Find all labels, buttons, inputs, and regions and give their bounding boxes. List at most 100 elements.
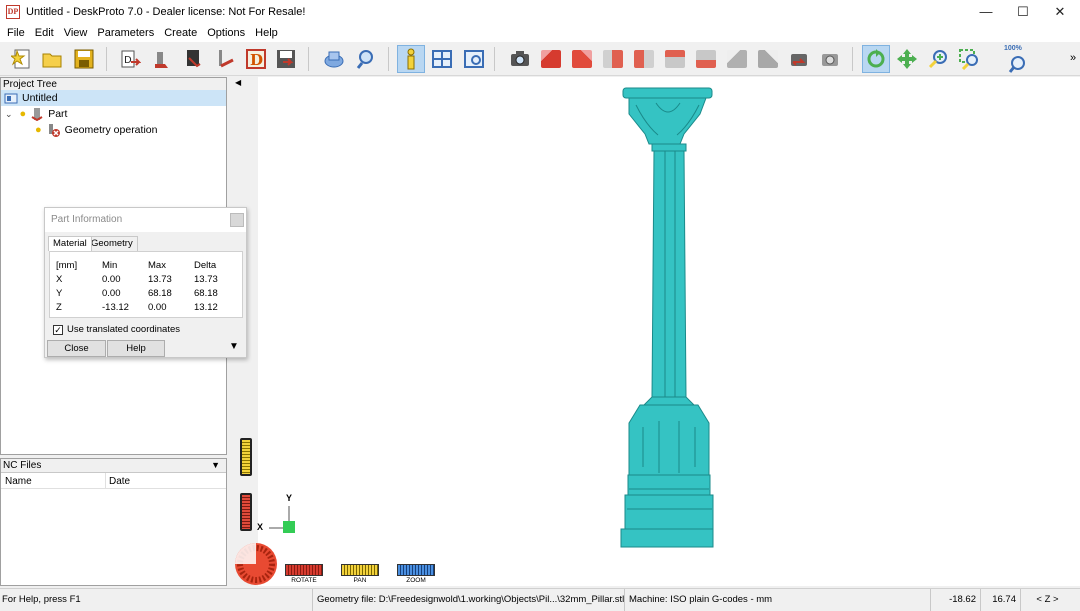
rotate-dial-button[interactable] <box>285 564 323 576</box>
view-right-button[interactable] <box>630 45 658 73</box>
translated-coordinates-label: Use translated coordinates <box>67 324 181 335</box>
cube-front-icon <box>541 50 561 68</box>
menu-edit[interactable]: Edit <box>30 27 59 39</box>
cube-right-icon <box>634 50 654 68</box>
add-operation-button[interactable] <box>180 45 208 73</box>
row-delta: 13.73 <box>194 274 218 285</box>
cube-back-icon <box>572 50 592 68</box>
view-bottom-button[interactable] <box>692 45 720 73</box>
dialog-close-icon[interactable] <box>230 213 244 227</box>
view-settings-button[interactable] <box>460 45 488 73</box>
status-bar: For Help, press F1 Geometry file: D:\Fre… <box>0 588 1080 611</box>
axis-x-label: X <box>257 522 264 532</box>
calculate-button[interactable]: D <box>242 45 270 73</box>
pan-dial-button[interactable] <box>341 564 379 576</box>
view-front-button[interactable] <box>537 45 565 73</box>
menu-parameters[interactable]: Parameters <box>92 27 159 39</box>
status-help: For Help, press F1 <box>2 594 81 605</box>
zoom-mode-button[interactable] <box>924 45 952 73</box>
pan-mode-button[interactable] <box>893 45 921 73</box>
next-view-icon <box>822 54 838 66</box>
menu-file[interactable]: File <box>2 27 30 39</box>
column-delta: Delta <box>194 260 217 271</box>
zoom-slider-red[interactable] <box>240 493 252 531</box>
axis-triad: Y X <box>256 493 300 537</box>
save-project-button[interactable] <box>70 45 98 73</box>
view-window-icon <box>464 50 484 68</box>
new-project-button[interactable] <box>8 45 36 73</box>
toolbar-overflow-button[interactable]: » <box>1070 52 1076 64</box>
expand-arrow-icon[interactable]: ▼ <box>229 341 239 352</box>
zoom-dial-button[interactable] <box>397 564 435 576</box>
pan-arrows-icon <box>897 49 917 69</box>
row-min: 0.00 <box>102 288 121 299</box>
rotation-dial[interactable] <box>234 542 278 586</box>
column-name[interactable]: Name <box>5 476 32 487</box>
tree-expand-icon[interactable]: ⌄ <box>5 109 13 120</box>
toolbar-separator <box>852 47 853 71</box>
app-logo-icon: DP <box>6 5 20 19</box>
zoom-slider-yellow[interactable] <box>240 438 252 476</box>
save-icon <box>74 49 94 69</box>
zoom-100-button[interactable]: 100% <box>1004 45 1032 73</box>
part-icon <box>155 52 168 68</box>
new-file-icon <box>11 49 30 69</box>
nc-files-column-headers: Name Date <box>1 473 226 489</box>
menu-view[interactable]: View <box>59 27 93 39</box>
tree-label-operation: Geometry operation <box>64 124 158 136</box>
menu-help[interactable]: Help <box>250 27 283 39</box>
translated-coordinates-option[interactable]: ✓ Use translated coordinates <box>53 324 180 335</box>
zoom-window-button[interactable] <box>955 45 983 73</box>
3d-viewport[interactable] <box>231 77 1080 586</box>
toolpath-button[interactable] <box>212 45 240 73</box>
window-title: Untitled - DeskProto 7.0 - Dealer licens… <box>26 6 306 18</box>
menu-create[interactable]: Create <box>159 27 202 39</box>
collapse-arrow-icon[interactable]: ◀ <box>235 78 241 87</box>
translated-coordinates-checkbox[interactable]: ✓ <box>53 324 63 335</box>
tree-item-operation[interactable]: ● Geometry operation <box>35 122 157 138</box>
minimize-button[interactable]: — <box>968 0 1004 24</box>
open-project-button[interactable] <box>38 45 66 73</box>
preview-button[interactable] <box>352 45 380 73</box>
close-button[interactable]: Close <box>47 340 106 357</box>
simulate-button[interactable] <box>320 45 348 73</box>
viewports-button[interactable] <box>428 45 456 73</box>
dropdown-arrow-icon[interactable]: ▼ <box>211 459 220 472</box>
maximize-button[interactable]: ☐ <box>1005 0 1041 24</box>
column-date[interactable]: Date <box>109 476 130 487</box>
pillar-model[interactable] <box>231 77 1080 586</box>
previous-view-button[interactable] <box>786 45 814 73</box>
next-view-button[interactable] <box>817 45 845 73</box>
calculate-d-icon: D <box>246 49 266 69</box>
view-iso-button[interactable] <box>723 45 751 73</box>
view-back-button[interactable] <box>568 45 596 73</box>
view-iso-alt-button[interactable] <box>754 45 782 73</box>
zoom-label: ZOOM <box>406 577 426 584</box>
menu-options[interactable]: Options <box>202 27 250 39</box>
add-part-button[interactable] <box>148 45 176 73</box>
write-nc-button[interactable] <box>272 45 300 73</box>
title-bar: DP Untitled - DeskProto 7.0 - Dealer lic… <box>0 0 1080 24</box>
geometry-operation-icon <box>48 124 60 137</box>
row-delta: 68.18 <box>194 288 218 299</box>
zoom-window-icon <box>959 49 978 70</box>
view-top-button[interactable] <box>661 45 689 73</box>
column-divider[interactable] <box>105 473 106 489</box>
tree-item-project[interactable]: Untitled <box>1 90 226 106</box>
tree-label-project: Untitled <box>22 92 58 104</box>
help-button[interactable]: Help <box>107 340 165 357</box>
part-information-dialog: Part Information Material Geometry [mm] … <box>44 207 247 358</box>
import-geometry-icon: D <box>121 50 141 68</box>
part-info-button[interactable] <box>397 45 425 73</box>
camera-button[interactable] <box>506 45 534 73</box>
tab-geometry[interactable]: Geometry <box>86 236 138 251</box>
bulb-icon[interactable]: ● <box>35 124 42 136</box>
rotate-mode-button[interactable] <box>862 45 890 73</box>
close-window-button[interactable]: ✕ <box>1042 0 1078 24</box>
tree-item-part[interactable]: ⌄ ● Part <box>5 106 67 122</box>
tab-material[interactable]: Material <box>48 236 92 251</box>
import-geometry-button[interactable]: D <box>116 45 144 73</box>
bulb-icon[interactable]: ● <box>20 108 27 120</box>
view-left-button[interactable] <box>599 45 627 73</box>
row-max: 13.73 <box>148 274 172 285</box>
